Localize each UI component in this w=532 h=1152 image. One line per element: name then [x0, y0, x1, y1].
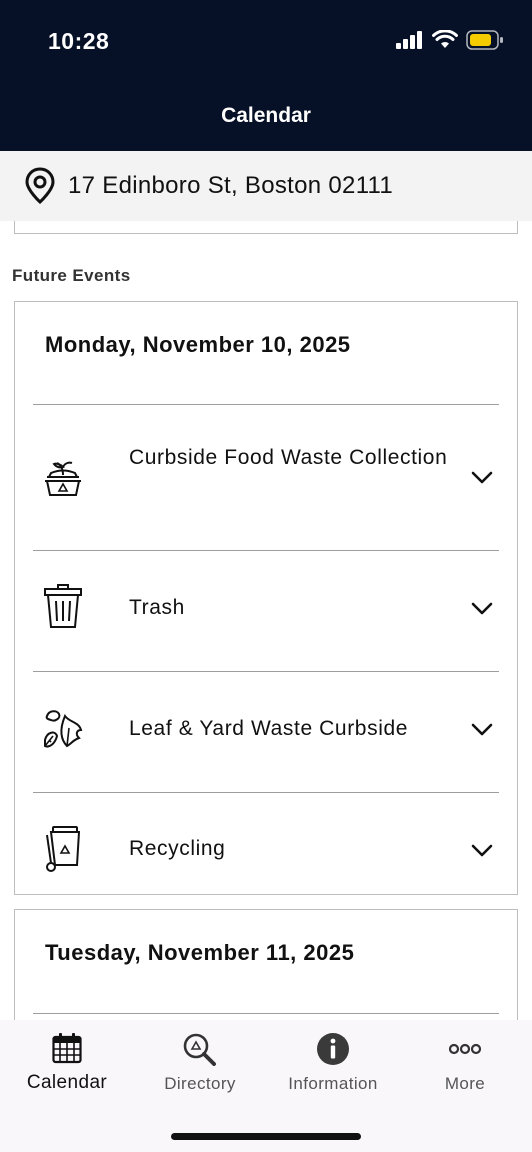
status-time: 10:28 — [48, 28, 110, 54]
signal-icon — [396, 31, 422, 49]
home-indicator[interactable] — [171, 1133, 361, 1140]
trash-can-icon — [44, 584, 82, 628]
chevron-down-icon[interactable] — [471, 723, 493, 737]
tab-label: Information — [288, 1074, 378, 1093]
calendar-icon — [52, 1033, 82, 1064]
more-dots-icon — [448, 1043, 482, 1055]
info-icon — [317, 1033, 349, 1065]
section-label: Future Events — [12, 266, 131, 285]
chevron-down-icon[interactable] — [471, 471, 493, 485]
day-date: Tuesday, November 11, 2025 — [45, 940, 355, 965]
event-label: Leaf & Yard Waste Curbside — [129, 717, 409, 740]
location-pin-icon — [25, 167, 55, 205]
battery-icon — [466, 30, 503, 50]
tab-directory[interactable]: Directory — [135, 1032, 265, 1094]
tab-more[interactable]: More — [400, 1032, 530, 1094]
event-label: Trash — [129, 596, 185, 619]
recycling-cart-icon — [46, 826, 81, 872]
page-title: Calendar — [221, 104, 311, 127]
tab-information[interactable]: Information — [268, 1032, 398, 1094]
event-row-food-waste[interactable]: Curbside Food Waste Collection — [33, 405, 499, 550]
event-label: Recycling — [129, 837, 226, 860]
divider — [33, 1013, 499, 1014]
address-bar[interactable]: 17 Edinboro St, Boston 02111 — [0, 151, 532, 221]
event-row-recycling[interactable]: Recycling — [33, 793, 499, 893]
food-waste-bin-icon — [45, 461, 81, 496]
chevron-down-icon[interactable] — [471, 602, 493, 616]
event-row-leaf-yard[interactable]: Leaf & Yard Waste Curbside — [33, 672, 499, 792]
address-text: 17 Edinboro St, Boston 02111 — [68, 172, 394, 199]
search-recycle-icon — [183, 1033, 216, 1066]
day-card: Monday, November 10, 2025 Curbside Food … — [14, 301, 518, 895]
tab-label: Calendar — [26, 1072, 108, 1093]
tab-label: Directory — [164, 1074, 236, 1093]
event-label: Curbside Food Waste Collection — [129, 446, 448, 469]
status-icons — [396, 30, 504, 50]
previous-card — [14, 221, 518, 234]
wifi-icon — [432, 30, 458, 48]
chevron-down-icon[interactable] — [471, 844, 493, 858]
tab-label: More — [444, 1074, 486, 1093]
day-date: Monday, November 10, 2025 — [45, 332, 351, 357]
event-row-trash[interactable]: Trash — [33, 551, 499, 671]
top-bar: 10:28 Calendar — [0, 0, 532, 151]
tab-bar: Calendar Directory Information More — [0, 1020, 532, 1152]
tab-calendar[interactable]: Calendar — [2, 1032, 132, 1094]
leaf-icon — [44, 710, 83, 748]
